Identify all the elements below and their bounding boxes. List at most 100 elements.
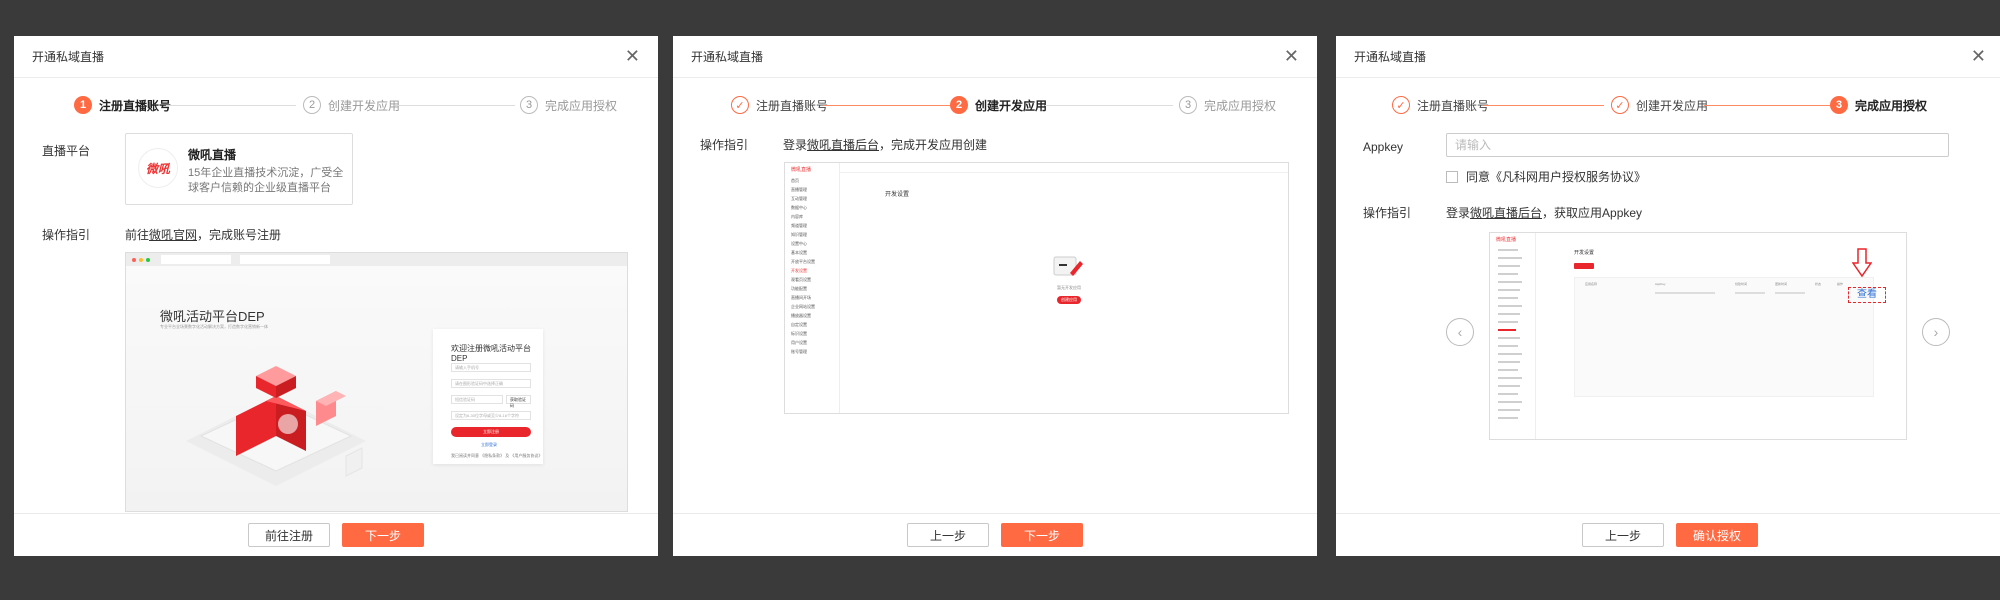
- next-step-button[interactable]: 下一步: [342, 523, 424, 547]
- side-item: 开放平台设置: [791, 259, 815, 264]
- step-number: 2: [303, 96, 321, 114]
- guide-link[interactable]: 微吼直播后台: [807, 138, 879, 152]
- step-3: 3 完成应用授权: [1179, 96, 1276, 114]
- app-table: 应用名称 AppKey 创建时间 更新时间 状态 操作: [1574, 277, 1874, 397]
- hero-title: 微吼活动平台DEP: [160, 309, 265, 324]
- side-item: 自定设置: [791, 322, 807, 327]
- window-dot-icon: [132, 257, 136, 262]
- step-label: 注册直播账号: [1417, 98, 1490, 113]
- table-header: 更新时间: [1775, 282, 1788, 286]
- side-item: 首页: [791, 178, 799, 183]
- admin-topbar: [840, 163, 1288, 173]
- step-label: 完成应用授权: [1855, 98, 1928, 113]
- isometric-illustration: [186, 366, 366, 486]
- step-label: 注册直播账号: [99, 98, 172, 113]
- hero-subtitle: 专业平台全场景数字化活动解决方案，打造数字化营销新一体: [160, 324, 268, 329]
- guide-prefix: 前往: [125, 228, 150, 242]
- captcha-input: 请在图形验证码中选择正确: [451, 379, 531, 388]
- close-icon[interactable]: ✕: [1971, 47, 1986, 66]
- step-2: ✓ 创建开发应用: [1611, 96, 1708, 114]
- login-link: 立即登录: [481, 442, 497, 447]
- prev-step-button[interactable]: 上一步: [1581, 523, 1664, 547]
- check-icon: ✓: [731, 96, 749, 114]
- sms-input: 短信验证码: [451, 395, 503, 404]
- side-item: 观看页设置: [791, 277, 811, 282]
- dialog-header: 开通私域直播 ✕: [673, 36, 1317, 78]
- table-header: 应用名称: [1585, 282, 1598, 286]
- close-icon[interactable]: ✕: [625, 47, 640, 66]
- view-highlight: 查看: [1848, 287, 1886, 303]
- step-label: 完成应用授权: [1204, 98, 1277, 113]
- dialog-header: 开通私域直播 ✕: [1336, 36, 2000, 78]
- guide-label: 操作指引: [1363, 206, 1412, 220]
- guide-text: 登录微吼直播后台，完成开发应用创建: [783, 136, 987, 153]
- terms-text: 我已阅读并同意 《隐私条款》 及 《用户服务协议》: [451, 453, 543, 458]
- guide-screenshot: 微吼直播 首页 直播管理 互动管理 数据中心 内容库 频道管理 知识管理 设置中…: [784, 162, 1289, 414]
- step-2: 2 创建开发应用: [950, 96, 1047, 114]
- confirm-authorize-button[interactable]: 确认授权: [1675, 523, 1758, 547]
- admin-page-title: 开发设置: [1574, 250, 1595, 256]
- side-item: 企业网站设置: [791, 304, 815, 309]
- step-connector: [1484, 105, 1604, 106]
- side-item: 知识管理: [791, 232, 807, 237]
- step-number: 1: [74, 96, 92, 114]
- stepper: 1 注册直播账号 2 创建开发应用 3 完成应用授权: [14, 86, 658, 126]
- mini-tab-active: [1574, 263, 1594, 269]
- side-item: 用户设置: [791, 340, 807, 345]
- guide-prefix: 登录: [783, 138, 808, 152]
- go-register-button[interactable]: 前往注册: [247, 523, 330, 547]
- close-icon[interactable]: ✕: [1284, 47, 1299, 66]
- side-item: 直播间开场: [791, 295, 811, 300]
- step-label: 创建开发应用: [975, 98, 1048, 113]
- step-label: 完成应用授权: [545, 98, 618, 113]
- step-connector: [166, 105, 296, 106]
- side-item-active: 开发设置: [791, 268, 807, 273]
- next-step-button[interactable]: 下一步: [1001, 523, 1083, 547]
- admin-logo: 微吼直播: [791, 167, 812, 173]
- empty-text: 暂无开发应用: [1057, 285, 1081, 290]
- sidebar-lines: [1498, 249, 1522, 419]
- step-connector: [1045, 105, 1173, 106]
- admin-page-title: 开发设置: [885, 192, 910, 198]
- step-3: 3 完成应用授权: [1830, 96, 1927, 114]
- appkey-label: Appkey: [1363, 140, 1404, 154]
- side-item: 频道管理: [791, 223, 807, 228]
- dialog-create-app: 开通私域直播 ✕ ✓ 注册直播账号 2 创建开发应用 3 完成应用授权 操作指引…: [673, 36, 1317, 556]
- appkey-input[interactable]: [1446, 133, 1949, 157]
- agree-checkbox[interactable]: [1446, 170, 1458, 183]
- platform-card[interactable]: 微吼 微吼直播 15年企业直播技术沉淀，广受全球客户信赖的企业级直播平台: [125, 133, 353, 205]
- browser-tab: [161, 255, 231, 264]
- platform-desc: 15年企业直播技术沉淀，广受全球客户信赖的企业级直播平台: [188, 167, 344, 194]
- guide-suffix: ，完成开发应用创建: [879, 138, 988, 152]
- table-header: 创建时间: [1735, 282, 1748, 286]
- step-1: ✓ 注册直播账号: [1392, 96, 1489, 114]
- empty-state-icon: [1053, 256, 1083, 276]
- dialog-authorize-app: 开通私域直播 ✕ ✓ 注册直播账号 ✓ 创建开发应用 3 完成应用授权 Appk…: [1336, 36, 2000, 556]
- admin-logo: 微吼直播: [1496, 237, 1517, 243]
- stepper: ✓ 注册直播账号 ✓ 创建开发应用 3 完成应用授权: [1336, 86, 2000, 126]
- date-placeholder-line: [1735, 292, 1765, 294]
- window-dot-icon: [146, 257, 150, 262]
- chevron-left-icon[interactable]: ‹: [1446, 318, 1474, 346]
- browser-bar: [126, 253, 627, 266]
- agreement-row[interactable]: 同意《凡科网用户授权服务协议》: [1446, 168, 1646, 185]
- chevron-right-icon[interactable]: ›: [1922, 318, 1950, 346]
- prev-step-button[interactable]: 上一步: [907, 523, 989, 547]
- dialog-title: 开通私域直播: [1354, 50, 1427, 64]
- phone-input: 请输入手机号: [451, 363, 531, 372]
- guide-label: 操作指引: [42, 228, 91, 242]
- step-number: 3: [1179, 96, 1197, 114]
- dialog-title: 开通私域直播: [691, 50, 764, 64]
- guide-text: 登录微吼直播后台，获取应用Appkey: [1446, 204, 1642, 221]
- date-placeholder-line: [1775, 292, 1805, 294]
- guide-link[interactable]: 微吼直播后台: [1470, 206, 1542, 220]
- register-title: 欢迎注册微吼活动平台DEP: [451, 344, 531, 363]
- step-label: 注册直播账号: [756, 98, 829, 113]
- step-label: 创建开发应用: [1636, 98, 1709, 113]
- side-item: 数据中心: [791, 205, 807, 210]
- platform-name: 微吼直播: [188, 148, 237, 162]
- guide-suffix: ，完成账号注册: [197, 228, 282, 242]
- check-icon: ✓: [1392, 96, 1410, 114]
- guide-screenshot: 微吼直播 开发设置 应用名称 AppKey 创建时间 更新时间 状态 操作 查看: [1489, 232, 1907, 440]
- guide-link[interactable]: 微吼官网: [149, 228, 197, 242]
